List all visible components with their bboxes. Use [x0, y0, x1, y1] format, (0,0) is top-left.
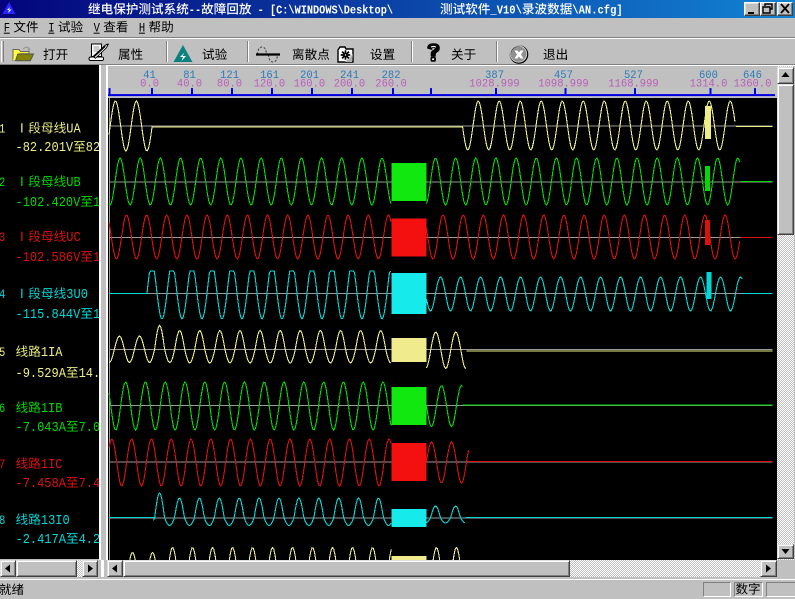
- svg-text:6: 6: [0, 402, 5, 416]
- svg-text:-102.586V: -102.586V: [16, 251, 82, 266]
- svg-text:1314.0: 1314.0: [689, 78, 727, 90]
- svg-text:-9.529A: -9.529A: [16, 367, 67, 382]
- svg-text:-82.201V: -82.201V: [16, 141, 74, 156]
- svg-text:4.2: 4.2: [79, 533, 99, 548]
- svg-text:-115.844V: -115.844V: [16, 308, 82, 323]
- svg-text:UA: UA: [66, 123, 81, 138]
- svg-text:200.0: 200.0: [333, 78, 365, 90]
- svg-text:3: 3: [0, 231, 5, 245]
- svg-text:14.: 14.: [79, 367, 99, 382]
- svg-text:-7.458A: -7.458A: [16, 477, 67, 492]
- svg-text:80.0: 80.0: [216, 78, 241, 90]
- svg-text:4: 4: [0, 288, 5, 302]
- svg-text:0.0: 0.0: [140, 78, 159, 90]
- svg-text:-7.043A: -7.043A: [16, 421, 67, 436]
- svg-text:8: 8: [0, 514, 5, 528]
- svg-text:1: 1: [0, 123, 5, 137]
- svg-text:-102.420V: -102.420V: [16, 196, 82, 211]
- svg-text:3U0: 3U0: [66, 288, 88, 303]
- svg-text:1028.999: 1028.999: [469, 78, 519, 90]
- svg-text:7: 7: [0, 458, 5, 472]
- svg-text:UB: UB: [66, 176, 80, 191]
- svg-text:160.0: 160.0: [293, 78, 325, 90]
- svg-text:120.0: 120.0: [253, 78, 285, 90]
- svg-text:1360.0: 1360.0: [733, 78, 771, 90]
- svg-text:1098.999: 1098.999: [538, 78, 588, 90]
- svg-text:1IB: 1IB: [41, 402, 63, 417]
- svg-text:7.0: 7.0: [79, 421, 99, 436]
- svg-text:2: 2: [0, 176, 5, 190]
- svg-text:- [C:\WINDOWS\Desktop\: - [C:\WINDOWS\Desktop\: [252, 4, 394, 18]
- svg-text:_V10\: _V10\: [490, 4, 522, 18]
- svg-text:1168.999: 1168.999: [608, 78, 658, 90]
- svg-text:1IA: 1IA: [41, 346, 63, 361]
- svg-text:\AN.cfg]: \AN.cfg]: [572, 4, 622, 18]
- svg-text:40.0: 40.0: [176, 78, 201, 90]
- svg-text:260.0: 260.0: [375, 78, 407, 90]
- svg-text:-2.417A: -2.417A: [16, 533, 67, 548]
- svg-text:5: 5: [0, 346, 5, 360]
- svg-text:7.4: 7.4: [79, 477, 99, 492]
- svg-text:82: 82: [86, 141, 99, 156]
- svg-text:13I0: 13I0: [41, 514, 70, 529]
- svg-text:1IC: 1IC: [41, 458, 63, 473]
- svg-text:UC: UC: [66, 231, 80, 246]
- svg-text:--: --: [189, 4, 201, 18]
